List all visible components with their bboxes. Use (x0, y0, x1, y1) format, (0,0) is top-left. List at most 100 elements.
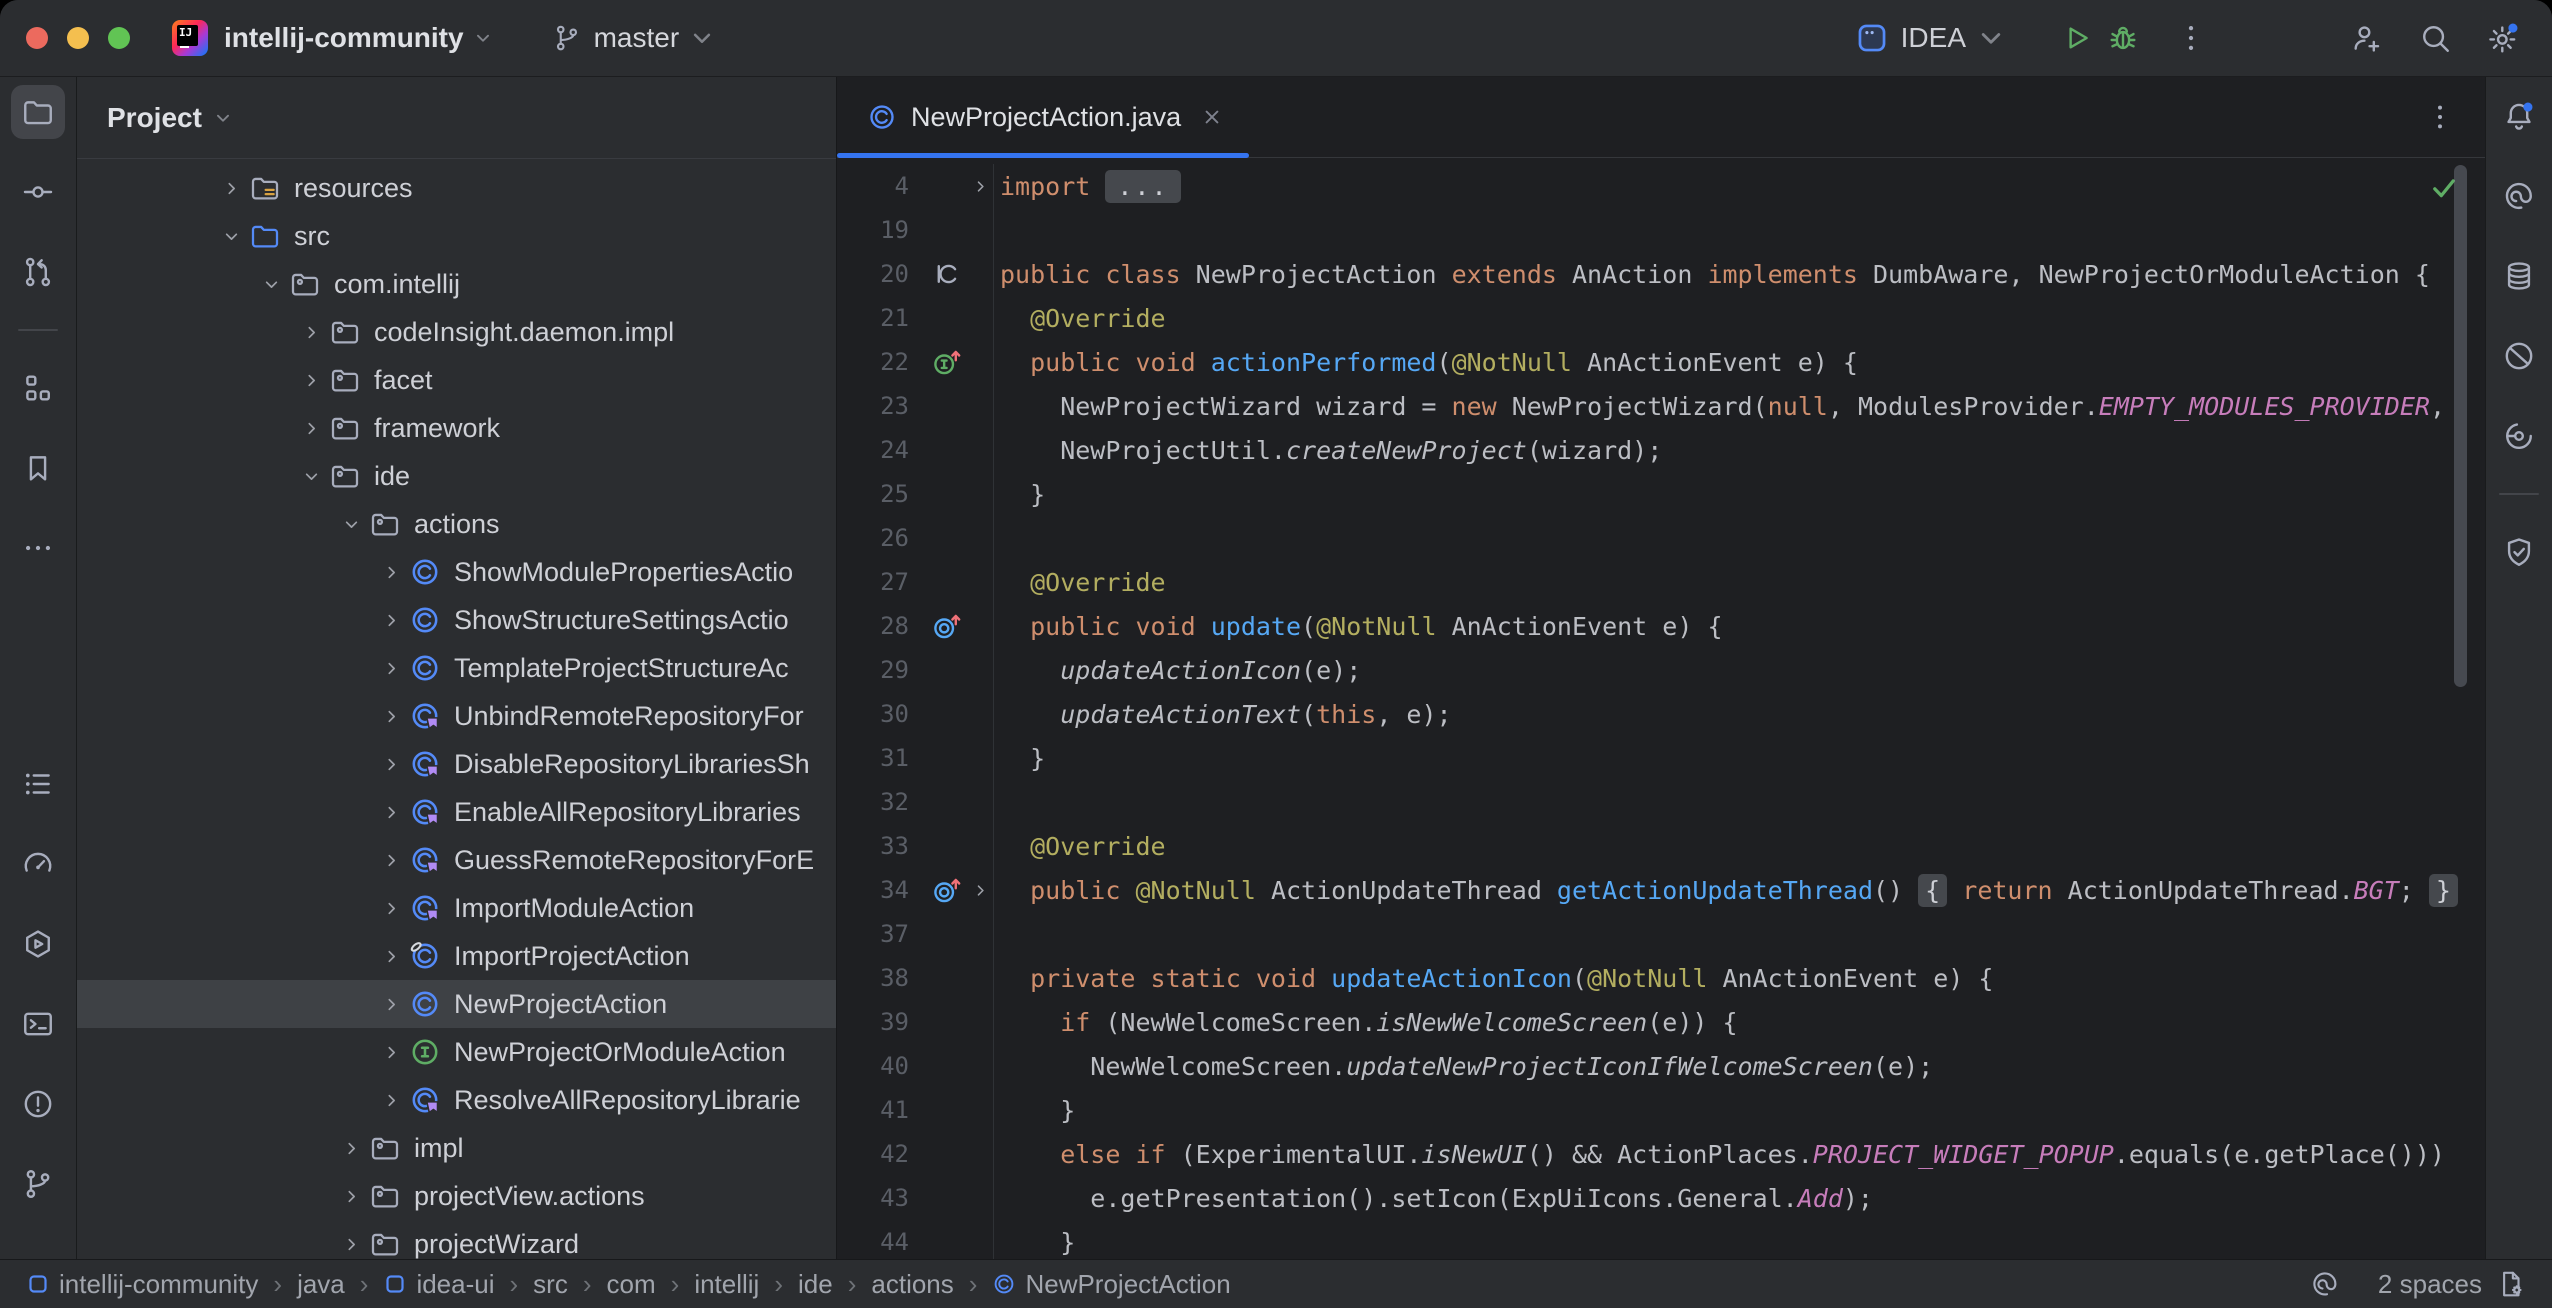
code-line-43[interactable]: 43 e.getPresentation().setIcon(ExpUiIcon… (837, 1176, 2485, 1220)
code-line-41[interactable]: 41 } (837, 1088, 2485, 1132)
tree-item-NewProjectOrModuleAction[interactable]: NewProjectOrModuleAction (77, 1028, 836, 1076)
line-number[interactable]: 19 (837, 208, 925, 252)
line-number[interactable]: 34 (837, 868, 925, 912)
line-number[interactable]: 27 (837, 560, 925, 604)
chevron-right-icon[interactable] (377, 992, 405, 1016)
tool-window-button-ai-assistant[interactable] (2492, 169, 2546, 223)
breadcrumb-item-idea-ui[interactable]: idea-ui (383, 1269, 494, 1300)
tree-item-GuessRemoteRepositoryForE[interactable]: GuessRemoteRepositoryForE (77, 836, 836, 884)
code-line-28[interactable]: 28 public void update(@NotNull AnActionE… (837, 604, 2485, 648)
line-number[interactable]: 39 (837, 1000, 925, 1044)
fold-marker[interactable] (971, 164, 993, 208)
breadcrumb-item-actions[interactable]: actions (871, 1269, 953, 1300)
tool-window-button-terminal[interactable] (11, 997, 65, 1051)
code-line-34[interactable]: 34 public @NotNull ActionUpdateThread ge… (837, 868, 2485, 912)
tool-window-button-todo[interactable] (11, 757, 65, 811)
tree-item-ide[interactable]: ide (77, 452, 836, 500)
run-button[interactable] (2054, 15, 2100, 61)
code-line-33[interactable]: 33 @Override (837, 824, 2485, 868)
tree-item-actions[interactable]: actions (77, 500, 836, 548)
tree-item-facet[interactable]: facet (77, 356, 836, 404)
debug-button[interactable] (2100, 15, 2146, 61)
code-line-42[interactable]: 42 else if (ExperimentalUI.isNewUI() && … (837, 1132, 2485, 1176)
code-line-21[interactable]: 21 @Override (837, 296, 2485, 340)
tree-item-com.intellij[interactable]: com.intellij (77, 260, 836, 308)
breadcrumb-item-ide[interactable]: ide (798, 1269, 833, 1300)
breadcrumb-item-com[interactable]: com (607, 1269, 656, 1300)
tree-item-impl[interactable]: impl (77, 1124, 836, 1172)
file-settings-icon[interactable] (2496, 1269, 2526, 1299)
tree-item-TemplateProjectStructureAc[interactable]: TemplateProjectStructureAc (77, 644, 836, 692)
code-line-40[interactable]: 40 NewWelcomeScreen.updateNewProjectIcon… (837, 1044, 2485, 1088)
chevron-right-icon[interactable] (377, 608, 405, 632)
line-number[interactable]: 40 (837, 1044, 925, 1088)
code-line-24[interactable]: 24 NewProjectUtil.createNewProject(wizar… (837, 428, 2485, 472)
chevron-right-icon[interactable] (377, 656, 405, 680)
run-configuration-widget[interactable]: IDEA (1855, 21, 2020, 55)
line-number[interactable]: 44 (837, 1220, 925, 1259)
tree-item-ImportModuleAction[interactable]: ImportModuleAction (77, 884, 836, 932)
chevron-right-icon[interactable] (377, 800, 405, 824)
chevron-right-icon[interactable] (377, 944, 405, 968)
tool-window-button-version-control[interactable] (11, 1157, 65, 1211)
line-number[interactable]: 26 (837, 516, 925, 560)
tool-window-button-bookmarks[interactable] (11, 441, 65, 495)
code-line-39[interactable]: 39 if (NewWelcomeScreen.isNewWelcomeScre… (837, 1000, 2485, 1044)
chevron-right-icon[interactable] (297, 320, 325, 344)
tree-item-DisableRepositoryLibrariesSh[interactable]: DisableRepositoryLibrariesSh (77, 740, 836, 788)
line-number[interactable]: 24 (837, 428, 925, 472)
tree-item-NewProjectAction[interactable]: NewProjectAction (77, 980, 836, 1028)
tool-window-button-coverage[interactable] (2492, 409, 2546, 463)
editor-tab[interactable]: NewProjectAction.java (837, 77, 1249, 157)
chevron-right-icon[interactable] (377, 560, 405, 584)
tree-item-codeInsight.daemon.impl[interactable]: codeInsight.daemon.impl (77, 308, 836, 356)
chevron-right-icon[interactable] (217, 176, 245, 200)
line-number[interactable]: 38 (837, 956, 925, 1000)
tree-item-ImportProjectAction[interactable]: ImportProjectAction (77, 932, 836, 980)
code-line-32[interactable]: 32 (837, 780, 2485, 824)
line-number[interactable]: 25 (837, 472, 925, 516)
line-number[interactable]: 42 (837, 1132, 925, 1176)
subclassed-marker-icon[interactable] (931, 257, 965, 291)
tool-window-button-profiler[interactable] (11, 837, 65, 891)
tree-item-ResolveAllRepositoryLibrarie[interactable]: ResolveAllRepositoryLibrarie (77, 1076, 836, 1124)
code-viewport[interactable]: 4import ...1920public class NewProjectAc… (837, 158, 2485, 1259)
breadcrumb-item-intellij-community[interactable]: intellij-community (26, 1269, 258, 1300)
chevron-right-icon[interactable] (377, 704, 405, 728)
tool-window-button-pull-requests[interactable] (11, 245, 65, 299)
tree-item-ShowStructureSettingsActio[interactable]: ShowStructureSettingsActio (77, 596, 836, 644)
code-line-20[interactable]: 20public class NewProjectAction extends … (837, 252, 2485, 296)
line-number[interactable]: 20 (837, 252, 925, 296)
code-line-26[interactable]: 26 (837, 516, 2485, 560)
breadcrumb-item-src[interactable]: src (533, 1269, 568, 1300)
tool-window-button-no-entry[interactable] (2492, 329, 2546, 383)
code-line-25[interactable]: 25 } (837, 472, 2485, 516)
tool-window-button-notifications[interactable] (2492, 89, 2546, 143)
project-view-header[interactable]: Project (77, 77, 836, 159)
chevron-right-icon[interactable] (297, 416, 325, 440)
settings-button[interactable] (2480, 15, 2526, 61)
line-number[interactable]: 32 (837, 780, 925, 824)
chevron-right-icon[interactable] (337, 1184, 365, 1208)
breadcrumb-item-intellij[interactable]: intellij (694, 1269, 759, 1300)
tree-item-EnableAllRepositoryLibraries[interactable]: EnableAllRepositoryLibraries (77, 788, 836, 836)
project-widget[interactable]: intellij-community (224, 22, 494, 54)
line-number[interactable]: 29 (837, 648, 925, 692)
maximize-window-button[interactable] (108, 27, 130, 49)
indent-style-widget[interactable]: 2 spaces (2378, 1269, 2482, 1300)
vcs-branch-widget[interactable]: master (552, 22, 730, 54)
line-number[interactable]: 31 (837, 736, 925, 780)
chevron-right-icon[interactable] (297, 368, 325, 392)
tree-item-src[interactable]: src (77, 212, 836, 260)
chevron-down-icon[interactable] (217, 224, 245, 248)
tool-window-button-project[interactable] (11, 85, 65, 139)
code-line-30[interactable]: 30 updateActionText(this, e); (837, 692, 2485, 736)
line-number[interactable]: 33 (837, 824, 925, 868)
minimize-window-button[interactable] (67, 27, 89, 49)
code-line-23[interactable]: 23 NewProjectWizard wizard = new NewProj… (837, 384, 2485, 428)
more-button[interactable] (2168, 15, 2214, 61)
chevron-right-icon[interactable] (377, 848, 405, 872)
code-line-31[interactable]: 31 } (837, 736, 2485, 780)
tool-window-button-database[interactable] (2492, 249, 2546, 303)
tool-window-button-services[interactable] (11, 917, 65, 971)
